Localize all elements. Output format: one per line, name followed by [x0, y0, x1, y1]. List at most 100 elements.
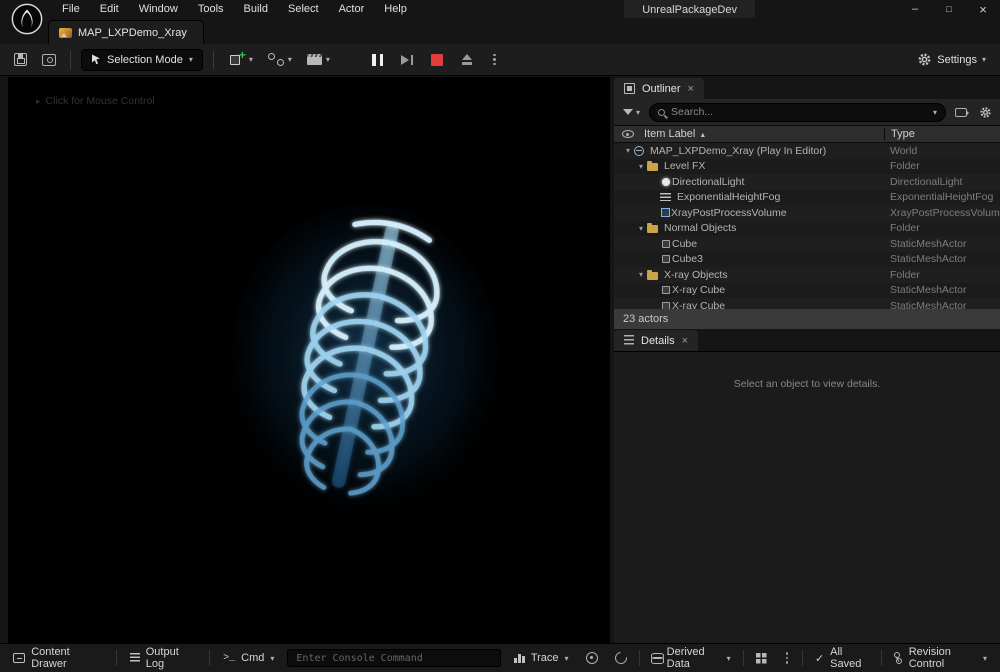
minimize-button[interactable]: [898, 0, 932, 18]
save-status-button[interactable]: All Saved: [810, 643, 874, 672]
output-log-button[interactable]: Output Log: [125, 643, 202, 672]
target-icon: [586, 652, 598, 664]
cinematics-icon: [307, 54, 322, 65]
trace-dropdown[interactable]: Trace: [509, 649, 573, 667]
right-panel: Outliner Item Label Type ▾MAP_LXPDemo_Xr…: [614, 77, 1000, 643]
selection-mode-dropdown[interactable]: Selection Mode: [81, 49, 203, 71]
menu-tools[interactable]: Tools: [188, 0, 234, 18]
column-type[interactable]: Type: [884, 128, 1000, 140]
menu-select[interactable]: Select: [278, 0, 329, 18]
table-row[interactable]: X-ray CubeStaticMeshActor: [614, 298, 1000, 309]
table-row[interactable]: ▾X-ray ObjectsFolder: [614, 267, 1000, 283]
source-control-button[interactable]: [38, 51, 60, 69]
outliner-column-header: Item Label Type: [614, 125, 1000, 143]
kebab-icon: [491, 54, 498, 66]
table-row[interactable]: Cube3StaticMeshActor: [614, 252, 1000, 268]
row-label: MAP_LXPDemo_Xray (Play In Editor): [650, 145, 884, 157]
level-tab-label: MAP_LXPDemo_Xray: [78, 27, 187, 39]
menu-file[interactable]: File: [52, 0, 90, 18]
close-icon[interactable]: [682, 335, 688, 347]
menu-edit[interactable]: Edit: [90, 0, 129, 18]
chevron-down-icon: [727, 654, 731, 663]
statusbar-separator: [116, 650, 117, 666]
filter-icon: [623, 109, 633, 115]
table-row[interactable]: ▾MAP_LXPDemo_Xray (Play In Editor)World: [614, 143, 1000, 159]
outliner-tab-bar: Outliner: [614, 77, 1000, 99]
menu-window[interactable]: Window: [129, 0, 188, 18]
level-viewport[interactable]: Click for Mouse Control: [8, 77, 610, 643]
more-options-button[interactable]: [779, 649, 796, 667]
play-controls: [368, 51, 502, 69]
world-icon: [634, 146, 644, 156]
expand-arrow[interactable]: ▾: [635, 270, 647, 279]
filter-button[interactable]: [620, 106, 643, 119]
save-button[interactable]: [10, 50, 31, 69]
add-actor-button[interactable]: +: [224, 49, 257, 70]
table-row[interactable]: DirectionalLightDirectionalLight: [614, 174, 1000, 190]
row-type: StaticMeshActor: [884, 284, 1000, 296]
menu-actor[interactable]: Actor: [329, 0, 375, 18]
tab-outliner[interactable]: Outliner: [614, 78, 704, 99]
cinematics-button[interactable]: [303, 51, 334, 68]
trace-icon: [514, 653, 525, 663]
settings-dropdown[interactable]: Settings: [913, 49, 990, 70]
console-prompt-icon: [223, 653, 235, 664]
pilot-button[interactable]: [952, 103, 970, 121]
table-row[interactable]: ▾Level FXFolder: [614, 159, 1000, 175]
volume-icon: [661, 208, 670, 217]
row-type: ExponentialHeightFog: [884, 191, 1000, 203]
mouse-control-hint: Click for Mouse Control: [36, 95, 155, 107]
statusbar-separator: [881, 650, 882, 666]
level-tab[interactable]: MAP_LXPDemo_Xray: [48, 20, 204, 44]
close-icon[interactable]: [688, 83, 694, 95]
console-command-input[interactable]: [287, 649, 501, 667]
revision-control-dropdown[interactable]: Revision Control: [888, 643, 992, 672]
expand-arrow[interactable]: ▾: [635, 162, 647, 171]
table-row[interactable]: XrayPostProcessVolumeXrayPostProcessVolu…: [614, 205, 1000, 221]
column-item-label[interactable]: Item Label: [644, 128, 884, 140]
gear-icon: [979, 106, 992, 119]
resources-button[interactable]: [751, 650, 772, 667]
session-button[interactable]: [610, 649, 632, 667]
check-icon: [815, 652, 824, 665]
details-panel: Select an object to view details.: [614, 351, 1000, 643]
statusbar-separator: [639, 650, 640, 666]
insights-button[interactable]: [581, 649, 603, 667]
cmd-dropdown[interactable]: Cmd: [218, 649, 279, 667]
row-type: Folder: [884, 160, 1000, 172]
close-button[interactable]: [966, 0, 1000, 18]
row-type: DirectionalLight: [884, 176, 1000, 188]
menu-build[interactable]: Build: [234, 0, 278, 18]
folder-icon: [647, 225, 658, 233]
xray-ribcage-image: [220, 195, 510, 525]
tab-details[interactable]: Details: [614, 330, 698, 351]
mesh-icon: [662, 302, 670, 309]
output-log-icon: [130, 653, 140, 663]
statusbar-separator: [743, 650, 744, 666]
source-control-icon: [42, 54, 56, 66]
pause-button[interactable]: [368, 51, 387, 69]
search-input[interactable]: [671, 106, 927, 118]
blueprints-button[interactable]: [264, 50, 296, 69]
maximize-button[interactable]: [932, 0, 966, 18]
stop-button[interactable]: [427, 51, 447, 69]
play-options-button[interactable]: [487, 51, 502, 69]
add-actor-icon: +: [228, 52, 245, 67]
eject-button[interactable]: [457, 51, 477, 69]
content-drawer-button[interactable]: Content Drawer: [8, 643, 108, 672]
table-row[interactable]: ▾Normal ObjectsFolder: [614, 221, 1000, 237]
content-drawer-icon: [13, 653, 25, 663]
frame-skip-button[interactable]: [397, 51, 417, 69]
eye-icon[interactable]: [622, 130, 634, 138]
table-row[interactable]: ExponentialHeightFogExponentialHeightFog: [614, 190, 1000, 206]
actor-count: 23 actors: [623, 313, 668, 325]
chevron-down-icon: [983, 654, 987, 663]
derived-data-dropdown[interactable]: Derived Data: [646, 643, 735, 672]
table-row[interactable]: CubeStaticMeshActor: [614, 236, 1000, 252]
row-type: XrayPostProcessVolume: [884, 207, 1000, 219]
outliner-settings-button[interactable]: [976, 103, 994, 121]
menu-help[interactable]: Help: [374, 0, 417, 18]
expand-arrow[interactable]: ▾: [635, 224, 647, 233]
table-row[interactable]: X-ray CubeStaticMeshActor: [614, 283, 1000, 299]
expand-arrow[interactable]: ▾: [622, 146, 634, 155]
